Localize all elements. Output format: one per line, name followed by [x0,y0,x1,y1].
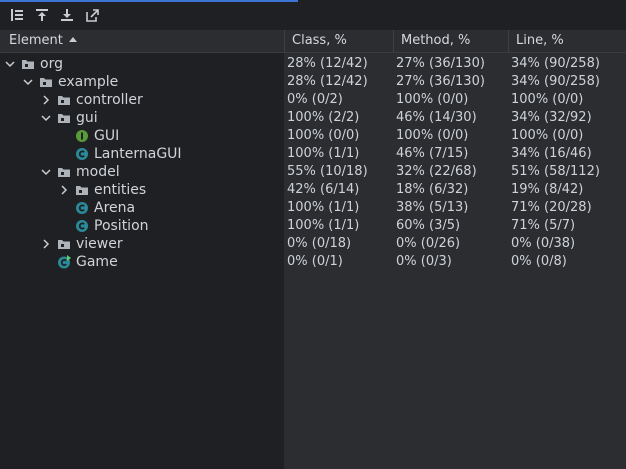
tree-row-arena[interactable]: Arena 100% (1/1) 38% (5/13) 71% (20/28) [0,199,626,217]
tree-row-entities[interactable]: entities 42% (6/14) 18% (6/32) 19% (8/42) [0,181,626,199]
class-coverage-value: 28% (12/42) [287,74,368,89]
tree-row-label: viewer [76,236,123,252]
tree-row-label: example [58,74,119,90]
column-header-element[interactable]: Element [9,30,77,52]
tree-row-gui-interface[interactable]: GUI 100% (0/0) 100% (0/0) 100% (0/0) [0,127,626,145]
class-coverage-value: 100% (1/1) [287,146,360,161]
tree-row-label: entities [94,182,147,198]
class-coverage-value: 100% (2/2) [287,110,360,125]
method-coverage-value: 18% (6/32) [396,182,469,197]
column-divider[interactable] [284,30,285,52]
navigate-down-button[interactable] [59,7,75,23]
tree-row-game[interactable]: Game 0% (0/1) 0% (0/3) 0% (0/8) [0,253,626,271]
tree-row-example[interactable]: example 28% (12/42) 27% (36/130) 34% (90/25… [0,73,626,91]
tree-row-position[interactable]: Position 100% (1/1) 60% (3/5) 71% (5/7) [0,217,626,235]
class-icon [75,219,89,233]
tree-row-label: model [76,164,120,180]
line-coverage-value: 71% (5/7) [511,218,576,233]
method-coverage-value: 100% (0/0) [396,92,469,107]
class-coverage-value: 100% (0/0) [287,128,360,143]
method-coverage-value: 0% (0/3) [396,254,452,269]
method-coverage-value: 100% (0/0) [396,128,469,143]
package-folder-icon [57,237,71,251]
main-class-icon [57,255,71,269]
tree-row-label: Game [76,254,118,270]
column-header-class[interactable]: Class, % [292,30,347,52]
arrow-up-to-line-icon [36,9,48,21]
chevron-down-icon[interactable] [41,163,51,181]
tree-row-label: LanternaGUI [94,146,182,162]
active-tab-indicator [0,0,298,2]
tree-row-gui[interactable]: gui 100% (2/2) 46% (14/30) 34% (32/92) [0,109,626,127]
arrow-down-to-line-icon [61,9,73,21]
chevron-down-icon[interactable] [41,109,51,127]
tree-row-label: org [40,56,63,72]
class-coverage-value: 0% (0/18) [287,236,352,251]
package-folder-icon [57,111,71,125]
line-coverage-value: 71% (20/28) [511,200,592,215]
package-folder-icon [39,75,53,89]
chevron-right-icon[interactable] [59,181,69,199]
method-coverage-value: 0% (0/26) [396,236,461,251]
package-folder-icon [21,57,35,71]
column-divider[interactable] [393,30,394,52]
line-coverage-value: 34% (32/92) [511,110,592,125]
method-coverage-value: 60% (3/5) [396,218,461,233]
tree-row-label: Arena [94,200,136,216]
package-folder-icon [57,165,71,179]
chevron-down-icon[interactable] [23,73,33,91]
class-coverage-value: 0% (0/1) [287,254,343,269]
sort-ascending-icon [68,37,77,42]
package-folder-icon [57,93,71,107]
line-coverage-value: 51% (58/112) [511,164,600,179]
chevron-down-icon[interactable] [5,55,15,73]
line-coverage-value: 34% (90/258) [511,56,600,71]
coverage-toolbar [0,0,626,30]
flatten-packages-icon [11,9,23,21]
class-coverage-value: 100% (1/1) [287,218,360,233]
class-coverage-value: 42% (6/14) [287,182,360,197]
line-coverage-value: 100% (0/0) [511,92,584,107]
line-coverage-value: 34% (90/258) [511,74,600,89]
line-coverage-value: 100% (0/0) [511,128,584,143]
external-link-icon [86,9,99,22]
tree-row-model[interactable]: model 55% (10/18) 32% (22/68) 51% (58/112) [0,163,626,181]
tree-row-label: GUI [94,128,120,144]
chevron-right-icon[interactable] [41,235,51,253]
column-divider[interactable] [508,30,509,52]
method-coverage-value: 27% (36/130) [396,56,485,71]
open-source-button[interactable] [85,7,101,23]
column-header-element-label: Element [9,33,63,48]
line-coverage-value: 19% (8/42) [511,182,584,197]
interface-icon [75,129,89,143]
tree-row-controller[interactable]: controller 0% (0/2) 100% (0/0) 100% (0/0) [0,91,626,109]
table-header: Element Class, % Method, % Line, % [0,30,626,53]
line-coverage-value: 0% (0/8) [511,254,567,269]
line-coverage-value: 0% (0/38) [511,236,576,251]
tree-row-label: gui [76,110,98,126]
method-coverage-value: 32% (22/68) [396,164,477,179]
method-coverage-value: 46% (14/30) [396,110,477,125]
class-icon [75,147,89,161]
tree-row-org[interactable]: org 28% (12/42) 27% (36/130) 34% (90/258) [0,55,626,73]
tree-row-viewer[interactable]: viewer 0% (0/18) 0% (0/26) 0% (0/38) [0,235,626,253]
tree-row-label: controller [76,92,143,108]
chevron-right-icon[interactable] [41,91,51,109]
class-coverage-value: 55% (10/18) [287,164,368,179]
class-coverage-value: 0% (0/2) [287,92,343,107]
method-coverage-value: 38% (5/13) [396,200,469,215]
line-coverage-value: 34% (16/46) [511,146,592,161]
class-icon [75,201,89,215]
method-coverage-value: 27% (36/130) [396,74,485,89]
method-coverage-value: 46% (7/15) [396,146,469,161]
tree-row-label: Position [94,218,149,234]
tree-row-lanternagui[interactable]: LanternaGUI 100% (1/1) 46% (7/15) 34% (16/4… [0,145,626,163]
column-header-method[interactable]: Method, % [401,30,470,52]
package-folder-icon [75,183,89,197]
class-coverage-value: 100% (1/1) [287,200,360,215]
class-coverage-value: 28% (12/42) [287,56,368,71]
navigate-up-button[interactable] [34,7,50,23]
flatten-packages-button[interactable] [9,7,25,23]
column-header-line[interactable]: Line, % [516,30,564,52]
